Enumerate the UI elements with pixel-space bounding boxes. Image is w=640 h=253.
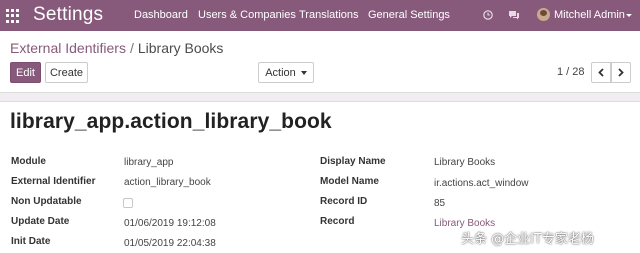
- chevron-left-icon: [598, 68, 604, 77]
- create-button[interactable]: Create: [45, 62, 88, 83]
- pager-next-button[interactable]: [611, 62, 631, 83]
- edit-button[interactable]: Edit: [10, 62, 41, 83]
- pager-value[interactable]: 1 / 28: [557, 66, 585, 78]
- caret-down-icon: [300, 70, 307, 75]
- field-value-init-date: 01/05/2019 22:04:38: [124, 238, 216, 249]
- breadcrumb-separator: /: [129, 40, 134, 56]
- action-label: Action: [265, 66, 296, 79]
- field-label-update-date: Update Date: [11, 216, 70, 227]
- field-value-external-identifier: action_library_book: [124, 177, 211, 188]
- action-dropdown-button[interactable]: Action: [258, 62, 314, 83]
- field-value-module: library_app: [124, 157, 174, 168]
- form-sheet-edge: [0, 101, 640, 102]
- avatar[interactable]: [537, 8, 550, 21]
- breadcrumb-parent[interactable]: External Identifiers: [10, 40, 126, 56]
- app-title[interactable]: Settings: [33, 4, 103, 26]
- clock-icon[interactable]: [483, 10, 493, 20]
- apps-grid-icon[interactable]: [6, 9, 20, 23]
- chevron-right-icon: [618, 68, 624, 77]
- field-label-module: Module: [11, 156, 46, 167]
- field-label-record-id: Record ID: [320, 196, 368, 207]
- field-label-init-date: Init Date: [11, 236, 51, 247]
- field-label-display-name: Display Name: [320, 156, 386, 167]
- field-value-record-id: 85: [434, 198, 446, 209]
- breadcrumb-current: Library Books: [137, 40, 224, 56]
- menu-dashboard[interactable]: Dashboard: [134, 9, 188, 21]
- field-label-record: Record: [320, 216, 355, 227]
- breadcrumb: External Identifiers / Library Books: [10, 40, 223, 56]
- menu-general-settings[interactable]: General Settings: [368, 9, 450, 21]
- watermark-text: 头条 @企业IT专家老杨: [461, 232, 594, 247]
- record-title: library_app.action_library_book: [10, 110, 332, 133]
- menu-translations[interactable]: Translations: [299, 9, 359, 21]
- chat-icon[interactable]: [508, 10, 520, 20]
- field-value-update-date: 01/06/2019 19:12:08: [124, 218, 216, 229]
- field-label-model-name: Model Name: [320, 176, 379, 187]
- menu-users-companies[interactable]: Users & Companies: [198, 9, 296, 21]
- field-value-model-name: ir.actions.act_window: [434, 178, 529, 189]
- field-value-display-name: Library Books: [434, 157, 496, 168]
- field-label-non-updatable: Non Updatable: [11, 196, 82, 207]
- non-updatable-checkbox: [123, 198, 133, 208]
- field-label-external-identifier: External Identifier: [11, 176, 96, 187]
- top-navbar: Settings Dashboard Users & Companies Tra…: [0, 0, 640, 31]
- chevron-down-icon[interactable]: [626, 14, 632, 17]
- pager-previous-button[interactable]: [591, 62, 611, 83]
- user-name[interactable]: Mitchell Admin: [554, 9, 625, 21]
